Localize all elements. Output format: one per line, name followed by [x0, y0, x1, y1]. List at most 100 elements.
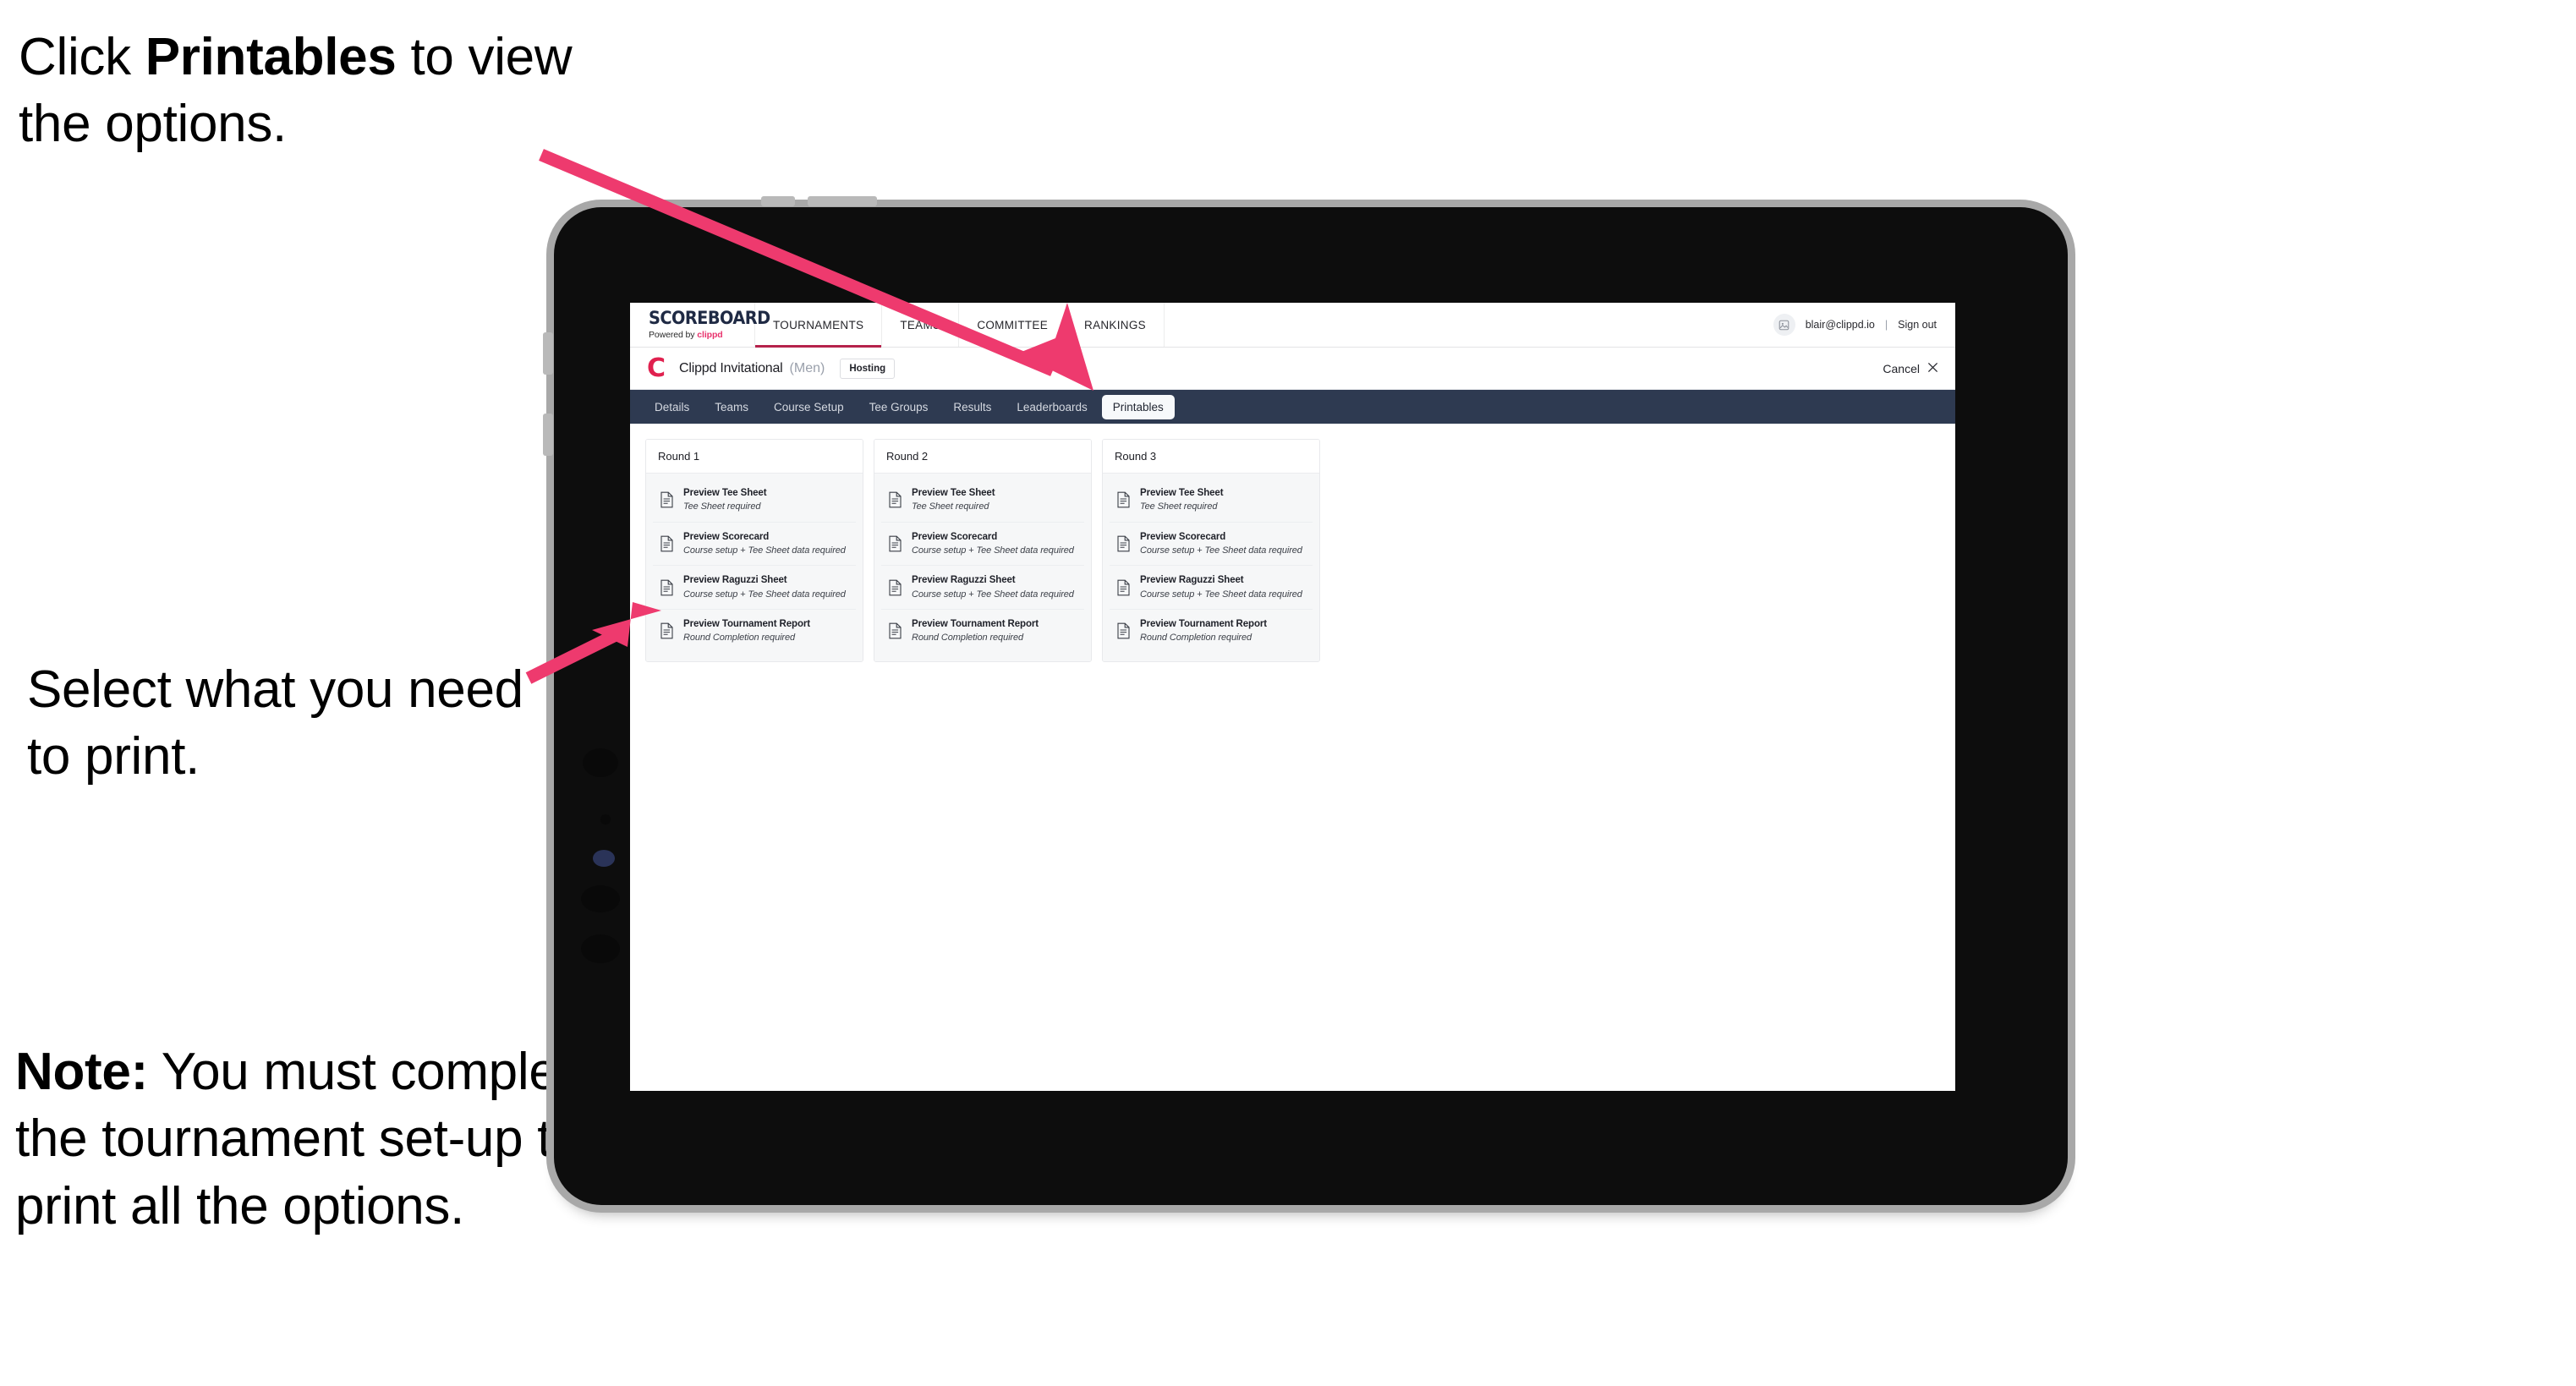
tablet-device: SCOREBOARD Powered by clippd TOURNAMENTS… — [543, 196, 2068, 1205]
list-item-title: Preview Tournament Report — [1140, 619, 1268, 630]
brand-logo[interactable]: SCOREBOARD Powered by clippd — [630, 303, 770, 347]
brand-powered-prefix: Powered by — [649, 330, 698, 340]
list-item-subtitle: Course setup + Tee Sheet data required — [683, 589, 846, 600]
tournament-header: C Clippd Invitational (Men) Hosting Canc… — [630, 348, 1955, 390]
list-item-title: Preview Raguzzi Sheet — [683, 575, 787, 586]
tablet-side-button-1 — [543, 332, 553, 375]
document-icon — [888, 535, 902, 552]
annotation-click-printables: Click Printables to view the options. — [19, 24, 577, 158]
list-item[interactable]: Preview Tee Sheet Tee Sheet required — [653, 479, 856, 523]
tablet-speaker-3 — [581, 934, 620, 963]
brand-title: SCOREBOARD — [649, 308, 770, 328]
user-avatar-icon[interactable] — [1773, 314, 1795, 336]
tournament-name: Clippd Invitational — [679, 360, 783, 375]
list-item[interactable]: Preview Scorecard Course setup + Tee She… — [653, 522, 856, 567]
nav-item-tournaments[interactable]: TOURNAMENTS — [755, 303, 883, 348]
tablet-camera-lens — [593, 850, 615, 867]
list-item[interactable]: Preview Tournament Report Round Completi… — [1110, 610, 1313, 653]
list-item-subtitle: Round Completion required — [1140, 633, 1252, 644]
list-item-text: Preview Tournament Report Round Completi… — [683, 618, 810, 644]
brand-powered-name: clippd — [697, 330, 723, 340]
list-item[interactable]: Preview Raguzzi Sheet Course setup + Tee… — [881, 566, 1084, 611]
document-icon — [1116, 622, 1131, 639]
list-item-text: Preview Scorecard Course setup + Tee She… — [912, 531, 1074, 557]
list-item-title: Preview Tee Sheet — [683, 488, 767, 498]
cancel-label: Cancel — [1883, 361, 1920, 375]
close-icon — [1927, 362, 1938, 375]
tab-details[interactable]: Details — [644, 395, 700, 419]
brand-subtitle: Powered by clippd — [649, 330, 754, 340]
tournament-gender: (Men) — [789, 360, 825, 375]
tab-label-details: Details — [655, 400, 690, 414]
tab-results[interactable]: Results — [942, 395, 1002, 419]
list-item-text: Preview Scorecard Course setup + Tee She… — [1140, 531, 1302, 557]
list-item-text: Preview Raguzzi Sheet Course setup + Tee… — [1140, 574, 1302, 600]
list-item[interactable]: Preview Scorecard Course setup + Tee She… — [881, 522, 1084, 567]
tab-label-results: Results — [953, 400, 992, 414]
nav-item-teams[interactable]: TEAMS — [882, 303, 960, 347]
hosting-badge[interactable]: Hosting — [840, 358, 896, 379]
global-nav: TOURNAMENTS TEAMS COMMITTEE RANKINGS — [755, 303, 1165, 348]
list-item[interactable]: Preview Tee Sheet Tee Sheet required — [881, 479, 1084, 523]
app-screen: SCOREBOARD Powered by clippd TOURNAMENTS… — [630, 303, 1955, 1091]
top-bar-spacer — [1165, 303, 1773, 347]
tab-teams[interactable]: Teams — [704, 395, 759, 419]
annotation-note-bold: Note: — [15, 1043, 148, 1101]
account-separator: | — [1884, 319, 1888, 331]
tab-printables[interactable]: Printables — [1101, 394, 1175, 419]
nav-item-committee[interactable]: COMMITTEE — [959, 303, 1067, 347]
round-items-2: Preview Tee Sheet Tee Sheet required Pre… — [874, 474, 1091, 661]
tablet-speaker-2 — [581, 885, 620, 912]
tablet-top-button-1 — [761, 196, 795, 206]
list-item-title: Preview Tournament Report — [912, 619, 1039, 630]
tab-label-teams: Teams — [715, 400, 749, 414]
list-item-title: Preview Tee Sheet — [1140, 488, 1224, 498]
list-item-title: Preview Scorecard — [683, 531, 770, 542]
page-root: Click Printables to view the options. Se… — [0, 0, 2576, 1386]
list-item-subtitle: Course setup + Tee Sheet data required — [683, 545, 846, 556]
list-item-text: Preview Tee Sheet Tee Sheet required — [683, 487, 767, 513]
list-item[interactable]: Preview Raguzzi Sheet Course setup + Tee… — [1110, 566, 1313, 611]
tablet-speaker-1 — [583, 748, 618, 777]
annotation-top-bold: Printables — [145, 28, 397, 86]
list-item-subtitle: Course setup + Tee Sheet data required — [912, 589, 1074, 600]
list-item[interactable]: Preview Tournament Report Round Completi… — [881, 610, 1084, 653]
annotation-top-prefix: Click — [19, 28, 145, 86]
list-item[interactable]: Preview Tournament Report Round Completi… — [653, 610, 856, 653]
list-item-text: Preview Tee Sheet Tee Sheet required — [912, 487, 995, 513]
tab-leaderboards[interactable]: Leaderboards — [1006, 395, 1098, 419]
annotation-select-to-print: Select what you need to print. — [27, 656, 534, 791]
list-item-subtitle: Round Completion required — [683, 633, 796, 644]
list-item[interactable]: Preview Raguzzi Sheet Course setup + Tee… — [653, 566, 856, 611]
list-item-title: Preview Raguzzi Sheet — [912, 575, 1016, 586]
list-item-title: Preview Raguzzi Sheet — [1140, 575, 1244, 586]
cancel-button[interactable]: Cancel — [1883, 362, 1938, 375]
list-item-text: Preview Raguzzi Sheet Course setup + Tee… — [912, 574, 1074, 600]
list-item-text: Preview Tournament Report Round Completi… — [1140, 618, 1267, 644]
sign-out-link[interactable]: Sign out — [1898, 319, 1937, 331]
annotation-middle-text: Select what you need to print. — [27, 660, 523, 786]
list-item-subtitle: Course setup + Tee Sheet data required — [1140, 545, 1302, 556]
list-item-text: Preview Tournament Report Round Completi… — [912, 618, 1039, 644]
document-icon — [1116, 579, 1131, 596]
list-item[interactable]: Preview Tee Sheet Tee Sheet required — [1110, 479, 1313, 523]
nav-label-rankings: RANKINGS — [1084, 318, 1146, 331]
round-column-1: Round 1 Preview Tee Sheet Tee Sheet requ… — [645, 439, 863, 662]
tab-tee-groups[interactable]: Tee Groups — [858, 395, 940, 419]
list-item-text: Preview Raguzzi Sheet Course setup + Tee… — [683, 574, 846, 600]
global-top-bar: SCOREBOARD Powered by clippd TOURNAMENTS… — [630, 303, 1955, 348]
printables-content: Round 1 Preview Tee Sheet Tee Sheet requ… — [630, 424, 1955, 662]
list-item-text: Preview Scorecard Course setup + Tee She… — [683, 531, 846, 557]
list-item-subtitle: Course setup + Tee Sheet data required — [912, 545, 1074, 556]
nav-label-teams: TEAMS — [900, 318, 941, 331]
tab-course-setup[interactable]: Course Setup — [763, 395, 855, 419]
list-item[interactable]: Preview Scorecard Course setup + Tee She… — [1110, 522, 1313, 567]
list-item-subtitle: Tee Sheet required — [912, 501, 989, 512]
document-icon — [660, 491, 674, 508]
document-icon — [660, 579, 674, 596]
nav-item-rankings[interactable]: RANKINGS — [1066, 303, 1165, 347]
account-email: blair@clippd.io — [1805, 319, 1875, 331]
document-icon — [888, 491, 902, 508]
section-tab-strip: Details Teams Course Setup Tee Groups Re… — [630, 390, 1955, 424]
list-item-title: Preview Tee Sheet — [912, 488, 995, 498]
